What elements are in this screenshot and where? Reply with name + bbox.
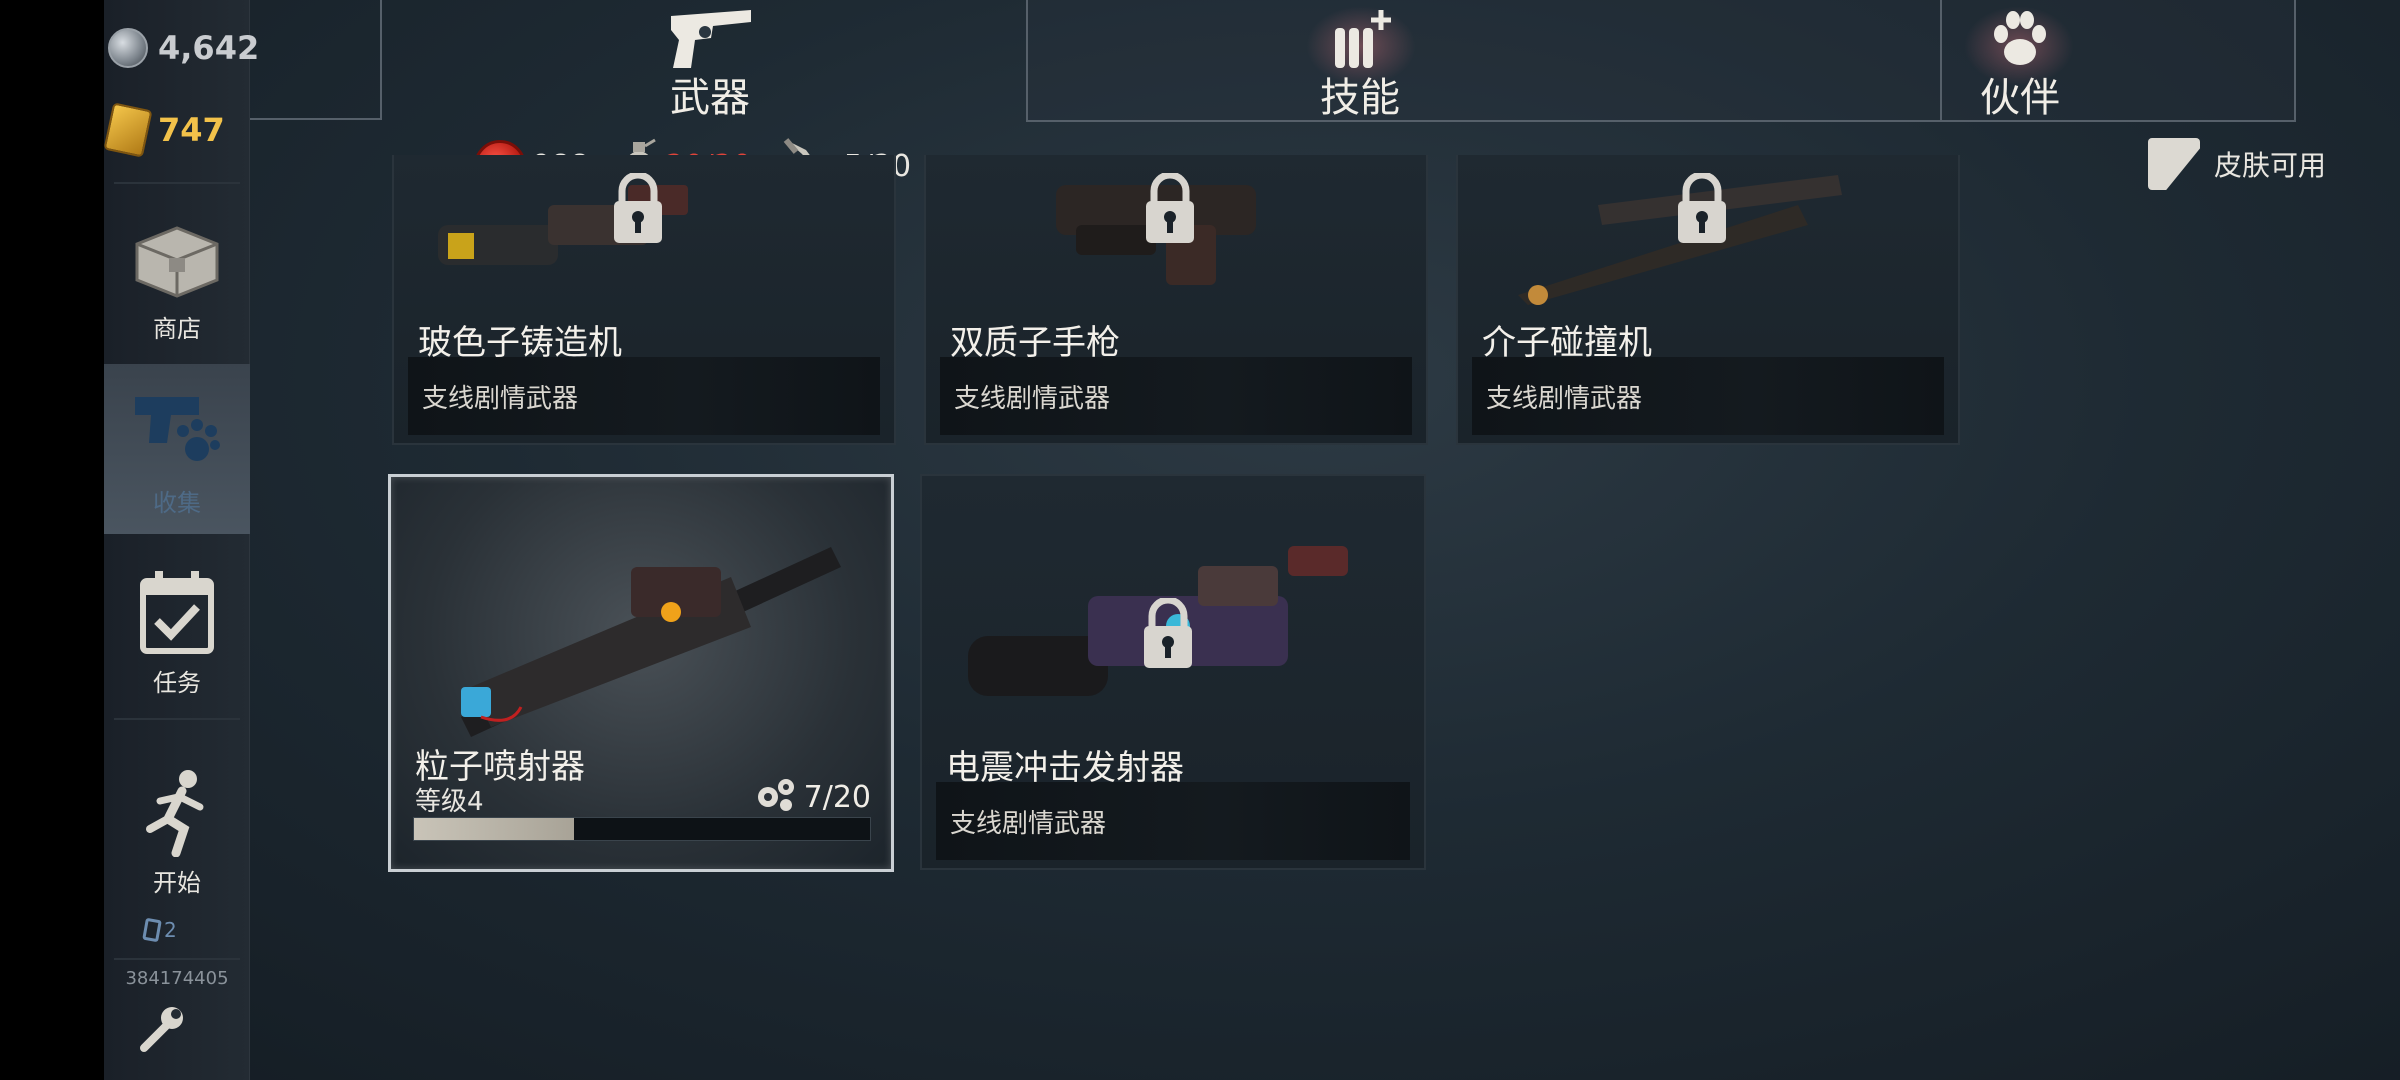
weapon-level: 等级4 bbox=[415, 787, 484, 817]
lock-icon bbox=[1674, 171, 1730, 245]
weapon-card[interactable]: 双质子手枪 支线剧情武器 bbox=[924, 155, 1428, 445]
energy-icon bbox=[142, 917, 162, 943]
weapon-subtitle: 支线剧情武器 bbox=[422, 383, 579, 414]
paw-icon bbox=[1985, 6, 2055, 76]
divider bbox=[114, 182, 240, 184]
weapon-subtitle: 支线剧情武器 bbox=[1486, 383, 1643, 414]
parts-counter: 7/20 bbox=[754, 777, 871, 817]
upgrade-progress-bar bbox=[413, 817, 871, 841]
coin-counter: 4,642 bbox=[108, 28, 259, 68]
weapon-subtitle-box: 支线剧情武器 bbox=[1472, 357, 1944, 435]
sidebar: 4,642 747 商店 收集 任务 开始 2 384174405 bbox=[103, 0, 259, 1080]
tab-skills[interactable]: 技能 bbox=[1280, 0, 1440, 122]
weapon-card[interactable]: 玻色子铸造机 支线剧情武器 bbox=[392, 155, 896, 445]
weapon-subtitle-box: 支线剧情武器 bbox=[940, 357, 1412, 435]
weapon-subtitle-box: 支线剧情武器 bbox=[936, 782, 1410, 860]
bullets-plus-icon bbox=[1325, 6, 1395, 76]
divider bbox=[114, 718, 240, 720]
chest-icon bbox=[127, 213, 227, 303]
divider bbox=[250, 118, 380, 120]
particle-sprayer-art bbox=[431, 517, 851, 741]
revolver-icon bbox=[665, 6, 755, 76]
tab-label: 伙伴 bbox=[1980, 75, 2060, 121]
weapon-subtitle: 支线剧情武器 bbox=[954, 383, 1111, 414]
weapon-card[interactable]: 介子碰撞机 支线剧情武器 bbox=[1456, 155, 1960, 445]
user-id: 384174405 bbox=[125, 968, 229, 989]
energy-value: 2 bbox=[164, 918, 177, 942]
boson-forge-art bbox=[428, 175, 708, 289]
sidebar-item-label: 收集 bbox=[153, 489, 201, 517]
tab-companions[interactable]: 伙伴 bbox=[1940, 0, 2100, 122]
sidebar-item-shop[interactable]: 商店 bbox=[104, 190, 250, 360]
weapon-card-selected[interactable]: 粒子喷射器 等级4 7/20 bbox=[388, 474, 894, 872]
tab-label: 武器 bbox=[670, 75, 750, 121]
calendar-check-icon bbox=[127, 567, 227, 657]
upgrade-progress-fill bbox=[414, 818, 574, 840]
ticket-value: 747 bbox=[158, 111, 225, 149]
weapon-subtitle: 支线剧情武器 bbox=[950, 808, 1107, 839]
ticket-counter: 747 bbox=[103, 102, 225, 158]
tab-label: 技能 bbox=[1320, 75, 1400, 121]
tab-group-frame bbox=[1026, 0, 2296, 122]
coin-icon bbox=[108, 28, 148, 68]
lock-icon bbox=[610, 171, 666, 245]
coin-value: 4,642 bbox=[158, 29, 260, 67]
skin-tag-icon bbox=[2148, 138, 2200, 190]
weapon-card[interactable]: 电震冲击发射器 支线剧情武器 bbox=[920, 474, 1426, 870]
lock-icon bbox=[1140, 596, 1196, 670]
weapon-subtitle-box: 支线剧情武器 bbox=[408, 357, 880, 435]
sidebar-item-label: 商店 bbox=[153, 315, 201, 343]
ticket-icon bbox=[103, 102, 153, 158]
divider bbox=[114, 958, 240, 960]
skin-available-label: 皮肤可用 bbox=[2214, 149, 2327, 182]
skin-available[interactable]: 皮肤可用 bbox=[2148, 138, 2326, 190]
left-bezel bbox=[0, 0, 104, 1080]
gears-icon bbox=[754, 777, 796, 817]
game-screen: 4,642 747 商店 收集 任务 开始 2 384174405 武器 技能 … bbox=[0, 0, 2400, 1080]
sidebar-item-collection[interactable]: 收集 bbox=[104, 364, 250, 534]
sidebar-item-label: 开始 bbox=[153, 869, 201, 897]
sidebar-item-tasks[interactable]: 任务 bbox=[104, 544, 250, 714]
sidebar-item-start[interactable]: 开始 bbox=[104, 752, 250, 902]
running-man-icon bbox=[127, 767, 227, 857]
gun-paw-icon bbox=[127, 387, 227, 477]
tab-bar: 武器 技能 伙伴 bbox=[250, 0, 2350, 125]
sidebar-item-label: 任务 bbox=[153, 669, 201, 697]
parts-value: 7/20 bbox=[803, 779, 871, 815]
lock-icon bbox=[1142, 171, 1198, 245]
divider bbox=[380, 0, 382, 120]
tab-weapons[interactable]: 武器 bbox=[630, 0, 790, 122]
wrench-icon[interactable] bbox=[136, 1004, 186, 1054]
energy-counter: 2 bbox=[142, 917, 177, 943]
